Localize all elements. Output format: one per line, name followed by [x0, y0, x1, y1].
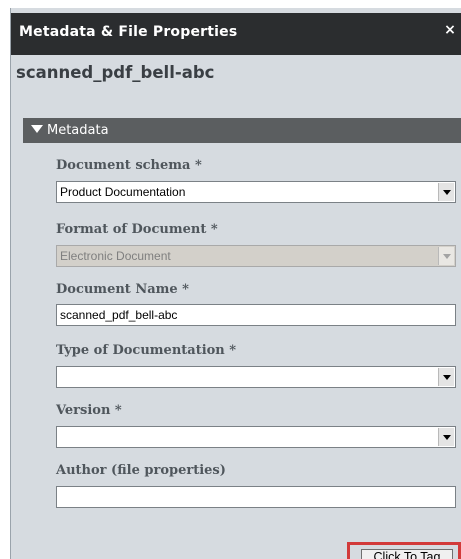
document-name-label: Document Name * — [56, 282, 189, 297]
click-to-tag-label: Click To Tag — [373, 550, 441, 559]
document-schema-label: Document schema * — [56, 158, 202, 173]
format-of-document-value: Electronic Document — [60, 249, 171, 263]
version-label: Version * — [56, 403, 122, 418]
dropdown-arrow-icon[interactable] — [438, 428, 454, 446]
dropdown-arrow-icon[interactable] — [438, 368, 454, 386]
format-of-document-label: Format of Document * — [56, 222, 218, 237]
author-input[interactable] — [56, 486, 456, 508]
document-name-value: scanned_pdf_bell-abc — [60, 308, 178, 322]
dropdown-arrow-icon — [438, 247, 454, 265]
document-name-input[interactable]: scanned_pdf_bell-abc — [56, 304, 456, 326]
document-schema-value: Product Documentation — [60, 185, 186, 199]
version-select[interactable] — [56, 426, 456, 448]
dialog-title: Metadata & File Properties — [19, 24, 238, 40]
type-of-documentation-select[interactable] — [56, 366, 456, 388]
file-name-heading: scanned_pdf_bell-abc — [16, 63, 215, 82]
collapse-triangle-icon[interactable] — [31, 125, 43, 133]
document-schema-select[interactable]: Product Documentation — [56, 181, 456, 203]
dropdown-arrow-icon[interactable] — [438, 183, 454, 201]
dialog-titlebar: Metadata & File Properties × — [11, 13, 461, 55]
author-label: Author (file properties) — [56, 463, 226, 478]
type-of-documentation-label: Type of Documentation * — [56, 343, 237, 358]
section-label: Metadata — [47, 123, 109, 138]
format-of-document-select: Electronic Document — [56, 245, 456, 267]
click-to-tag-button[interactable]: Click To Tag — [361, 549, 453, 559]
metadata-section-header[interactable]: Metadata — [23, 118, 461, 143]
close-icon[interactable]: × — [444, 22, 456, 38]
